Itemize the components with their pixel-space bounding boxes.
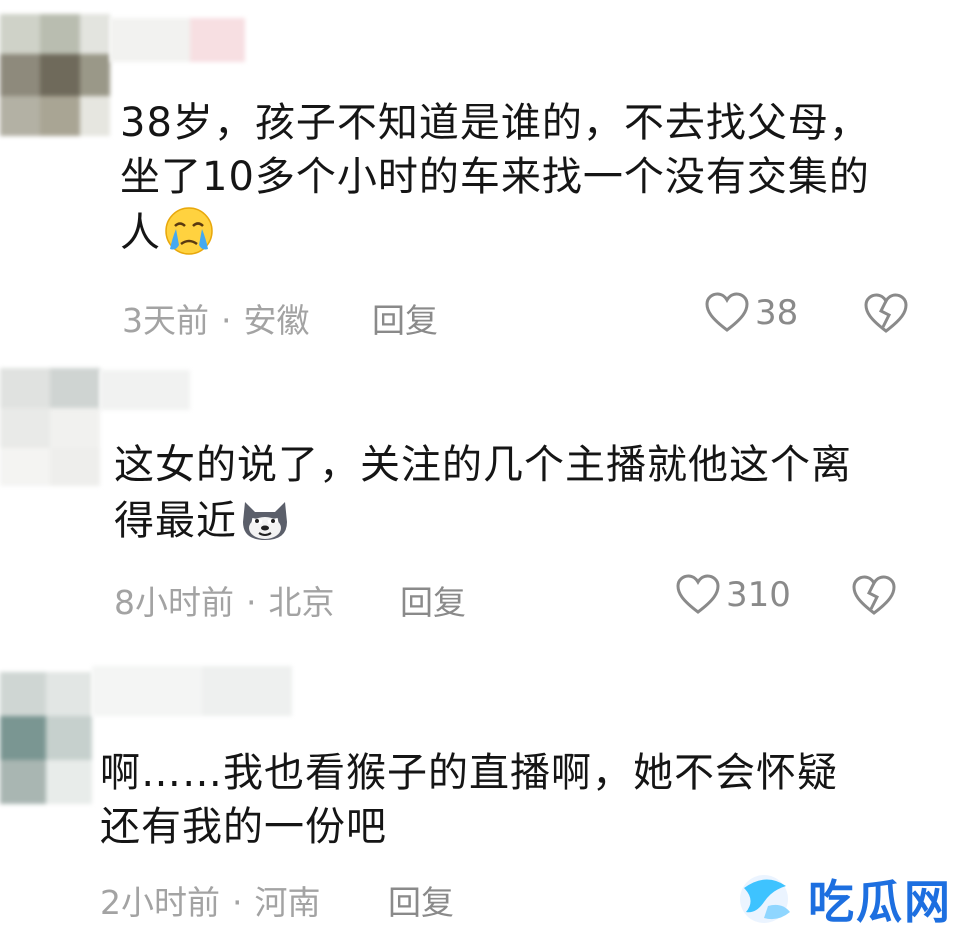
doge-emoji <box>243 502 287 540</box>
like-button[interactable]: 310 <box>676 574 791 616</box>
avatar[interactable] <box>0 14 110 136</box>
comment-text: 38岁，孩子不知道是谁的，不去找父母， 坐了10多个小时的车来找一个没有交集的 … <box>120 100 870 256</box>
comment-item: 38岁，孩子不知道是谁的，不去找父母， 坐了10多个小时的车来找一个没有交集的 … <box>0 0 964 340</box>
like-button[interactable]: 38 <box>705 292 798 334</box>
watermark: 吃瓜网 <box>734 866 952 932</box>
comment-time: 8小时前 <box>114 583 234 622</box>
comment-meta: 8小时前 · 北京 <box>114 576 335 624</box>
comment-text: 这女的说了，关注的几个主播就他这个离 得最近 <box>114 442 852 544</box>
reply-button[interactable]: 回复 <box>388 876 454 924</box>
meta-separator: · <box>246 583 257 622</box>
comment-time: 2小时前 <box>100 883 220 922</box>
comment-location: 河南 <box>254 883 321 922</box>
comment-time: 3天前 <box>122 301 209 340</box>
comment-text: 啊……我也看猴子的直播啊，她不会怀疑 还有我的一份吧 <box>100 750 838 850</box>
comment-location: 安徽 <box>243 301 310 340</box>
reply-button[interactable]: 回复 <box>400 576 466 624</box>
reply-button[interactable]: 回复 <box>372 294 438 342</box>
comment-meta: 3天前 · 安徽 <box>122 294 310 342</box>
comment-location: 北京 <box>268 583 335 622</box>
comment-meta: 2小时前 · 河南 <box>100 876 321 924</box>
avatar[interactable] <box>0 672 92 804</box>
broken-heart-icon[interactable] <box>864 293 908 335</box>
heart-icon <box>676 574 720 614</box>
meta-separator: · <box>232 883 243 922</box>
watermark-logo-icon <box>740 875 790 923</box>
comment-item: 这女的说了，关注的几个主播就他这个离 得最近 8小时前 · 北京 回复 310 <box>0 350 964 650</box>
username[interactable] <box>100 370 190 410</box>
heart-icon <box>705 292 749 332</box>
avatar[interactable] <box>0 368 100 486</box>
crying-face-emoji <box>165 207 213 255</box>
meta-separator: · <box>221 301 232 340</box>
username[interactable] <box>110 18 245 62</box>
like-count: 310 <box>726 575 791 615</box>
like-count: 38 <box>755 293 799 333</box>
broken-heart-icon[interactable] <box>852 575 896 617</box>
watermark-text: 吃瓜网 <box>808 875 952 929</box>
username[interactable] <box>92 666 292 716</box>
